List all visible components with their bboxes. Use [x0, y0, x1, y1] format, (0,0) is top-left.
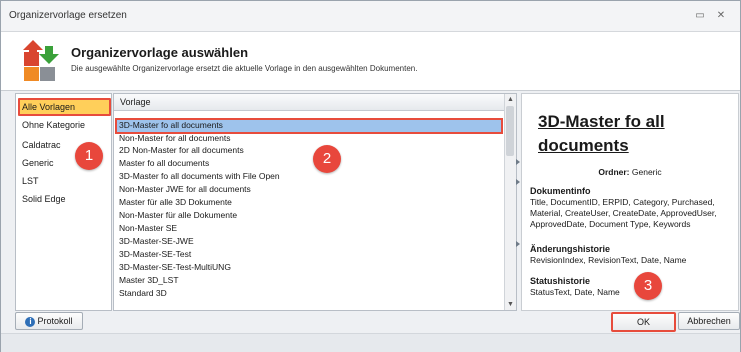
dialog-window: Organizervorlage ersetzen ▭ ✕ Organizerv…	[0, 0, 741, 352]
section-text: Title, DocumentID, ERPID, Category, Purc…	[530, 197, 717, 229]
preview-folder: Ordner: Generic	[522, 167, 738, 177]
close-icon[interactable]: ✕	[714, 9, 728, 23]
splitter-arrow-icon	[516, 241, 520, 247]
scroll-thumb[interactable]	[506, 106, 514, 156]
template-preview: 3D-Master fo all documents Ordner: Gener…	[521, 93, 739, 311]
cancel-button[interactable]: Abbrechen	[678, 312, 740, 330]
protokoll-label: Protokoll	[37, 316, 73, 326]
category-item-solid-edge[interactable]: Solid Edge	[20, 192, 66, 206]
template-row[interactable]: 2D Non-Master for all documents	[117, 145, 504, 156]
template-row[interactable]: 3D-Master-SE-Test	[117, 249, 504, 260]
section-heading: Änderungshistorie	[530, 244, 611, 254]
scroll-up-icon[interactable]: ▲	[505, 94, 516, 105]
annotation-badge-2: 2	[313, 145, 341, 173]
splitter-arrow-icon	[516, 159, 520, 165]
category-item-ohne-kategorie[interactable]: Ohne Kategorie	[20, 118, 85, 132]
section-heading: Dokumentinfo	[530, 186, 591, 196]
annotation-badge-1: 1	[75, 142, 103, 170]
category-item-generic[interactable]: Generic	[20, 156, 54, 170]
category-item-alle-vorlagen[interactable]: Alle Vorlagen	[18, 98, 111, 116]
splitter-arrow-icon	[516, 179, 520, 185]
template-row[interactable]: Non-Master JWE for all documents	[117, 184, 504, 195]
template-row[interactable]: Non-Master SE	[117, 223, 504, 234]
organizer-logo-icon	[23, 40, 59, 81]
column-header-vorlage[interactable]: Vorlage	[114, 94, 504, 111]
dialog-header: Organizervorlage auswählen Die ausgewähl…	[1, 32, 740, 91]
info-icon: i	[25, 316, 36, 327]
folder-value: Generic	[631, 167, 662, 177]
header-title: Organizervorlage auswählen	[71, 45, 249, 60]
section-heading: Statushistorie	[530, 276, 591, 286]
ok-button[interactable]: OK	[611, 312, 676, 332]
template-row[interactable]: 3D-Master fo all documents with File Ope…	[117, 171, 504, 182]
category-list[interactable]: Alle Vorlagen Ohne Kategorie Caldatrac G…	[15, 93, 112, 311]
protokoll-button[interactable]: i Protokoll	[15, 312, 83, 330]
status-bar	[1, 333, 740, 352]
preview-title: 3D-Master fo all documents	[538, 112, 665, 155]
template-list[interactable]: Vorlage 3D-Master fo all documents Non-M…	[113, 93, 517, 311]
pane-splitter[interactable]	[516, 93, 520, 309]
template-row[interactable]: Non-Master für alle Dokumente	[117, 210, 504, 221]
header-subtitle: Die ausgewählte Organizervorlage ersetzt…	[71, 64, 418, 73]
folder-label: Ordner:	[598, 167, 630, 177]
scroll-down-icon[interactable]: ▼	[505, 299, 516, 310]
template-row[interactable]: 3D-Master-SE-JWE	[117, 236, 504, 247]
template-row[interactable]: Non-Master for all documents	[117, 133, 504, 144]
template-row[interactable]: Master fo all documents	[117, 158, 504, 169]
annotation-badge-3: 3	[634, 272, 662, 300]
template-list-scrollbar[interactable]: ▲ ▼	[504, 94, 516, 310]
minimize-icon[interactable]: ▭	[693, 9, 707, 23]
template-row[interactable]: 3D-Master-SE-Test-MultiUNG	[117, 262, 504, 273]
section-text: RevisionIndex, RevisionText, Date, Name	[530, 255, 687, 265]
column-header-label: Vorlage	[120, 97, 151, 107]
section-text: StatusText, Date, Name	[530, 287, 620, 297]
template-row[interactable]: Standard 3D	[117, 288, 504, 299]
title-bar: Organizervorlage ersetzen ▭ ✕	[1, 1, 740, 32]
category-item-caldatrac[interactable]: Caldatrac	[20, 138, 61, 152]
template-row[interactable]: Master für alle 3D Dokumente	[117, 197, 504, 208]
template-row[interactable]: 3D-Master fo all documents	[115, 118, 503, 134]
window-title: Organizervorlage ersetzen	[9, 10, 127, 21]
category-item-lst[interactable]: LST	[20, 174, 39, 188]
template-row[interactable]: Master 3D_LST	[117, 275, 504, 286]
